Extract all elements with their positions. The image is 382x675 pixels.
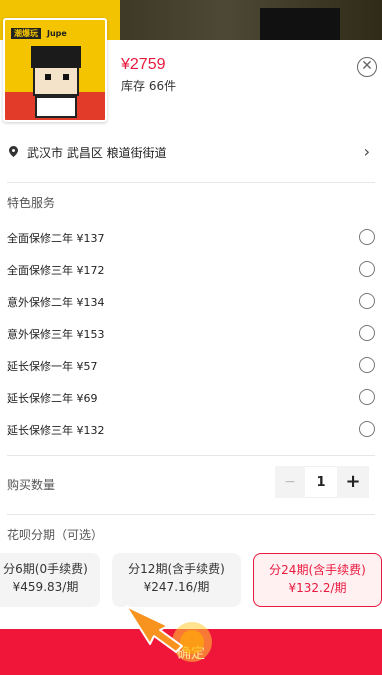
installment-amount: ¥132.2/期 xyxy=(288,581,347,595)
figure-body xyxy=(35,96,77,118)
thumbnail-brand-1: 潮爆玩 xyxy=(11,27,41,39)
service-option[interactable]: 延长保修二年 ¥69 xyxy=(0,386,382,410)
service-option[interactable]: 延长保修三年 ¥132 xyxy=(0,418,382,442)
divider xyxy=(7,514,375,515)
figure-eye-left xyxy=(45,74,51,80)
location-pin-icon xyxy=(9,146,18,157)
figure-eye-right xyxy=(63,74,69,80)
services-section-title: 特色服务 xyxy=(7,196,56,210)
quantity-increase-button[interactable]: + xyxy=(337,466,369,498)
quantity-decrease-button[interactable]: − xyxy=(275,466,305,498)
figure-hair xyxy=(31,46,81,68)
close-button[interactable]: ✕ xyxy=(357,57,377,77)
service-option[interactable]: 全面保修三年 ¥172 xyxy=(0,258,382,282)
confirm-button[interactable]: 确定 xyxy=(0,629,382,675)
quantity-label: 购买数量 xyxy=(7,478,56,492)
thumbnail-brand-strip: 潮爆玩 Jupe xyxy=(11,26,103,40)
delivery-address-row[interactable]: 武汉市 武昌区 粮道街街道 › xyxy=(0,138,382,166)
installment-option-24[interactable]: 分24期(含手续费) ¥132.2/期 xyxy=(253,553,382,607)
installment-option-6[interactable]: 分6期(0手续费) ¥459.83/期 xyxy=(0,553,100,607)
product-stock: 库存 66件 xyxy=(121,79,177,93)
delivery-address-text: 武汉市 武昌区 粮道街街道 xyxy=(27,146,167,160)
service-option-radio[interactable] xyxy=(359,389,375,405)
divider xyxy=(7,182,375,183)
installment-period: 分6期(0手续费) xyxy=(3,562,88,576)
installment-amount: ¥247.16/期 xyxy=(143,580,210,594)
product-thumbnail: 潮爆玩 Jupe xyxy=(3,18,107,122)
service-option[interactable]: 意外保修三年 ¥153 xyxy=(0,322,382,346)
installment-section-title: 花呗分期（可选） xyxy=(7,528,104,542)
thumbnail-brand-2: Jupe xyxy=(47,28,67,38)
service-option-radio[interactable] xyxy=(359,293,375,309)
service-option-radio[interactable] xyxy=(359,325,375,341)
installment-amount: ¥459.83/期 xyxy=(12,580,79,594)
service-option-label: 全面保修三年 ¥172 xyxy=(7,264,105,277)
quantity-value[interactable]: 1 xyxy=(305,466,337,498)
close-icon: ✕ xyxy=(361,58,373,74)
product-price: ¥2759 xyxy=(121,56,166,73)
service-option[interactable]: 全面保修二年 ¥137 xyxy=(0,226,382,250)
installment-period: 分24期(含手续费) xyxy=(269,563,366,577)
banner-image-detail xyxy=(260,8,340,42)
service-option[interactable]: 意外保修二年 ¥134 xyxy=(0,290,382,314)
service-option-radio[interactable] xyxy=(359,357,375,373)
service-option-radio[interactable] xyxy=(359,229,375,245)
service-option[interactable]: 延长保修一年 ¥57 xyxy=(0,354,382,378)
service-option-radio[interactable] xyxy=(359,421,375,437)
service-option-radio[interactable] xyxy=(359,261,375,277)
banner-image-dark xyxy=(120,0,382,42)
installment-option-12[interactable]: 分12期(含手续费) ¥247.16/期 xyxy=(112,553,241,607)
divider xyxy=(7,455,375,456)
chevron-right-icon: › xyxy=(363,142,370,161)
quantity-stepper: − 1 + xyxy=(275,466,370,498)
service-option-label: 全面保修二年 ¥137 xyxy=(7,232,105,245)
installment-period: 分12期(含手续费) xyxy=(128,562,225,576)
service-option-label: 意外保修二年 ¥134 xyxy=(7,296,105,309)
service-option-label: 延长保修一年 ¥57 xyxy=(7,360,98,373)
service-option-label: 意外保修三年 ¥153 xyxy=(7,328,105,341)
service-option-label: 延长保修三年 ¥132 xyxy=(7,424,105,437)
service-option-label: 延长保修二年 ¥69 xyxy=(7,392,98,405)
